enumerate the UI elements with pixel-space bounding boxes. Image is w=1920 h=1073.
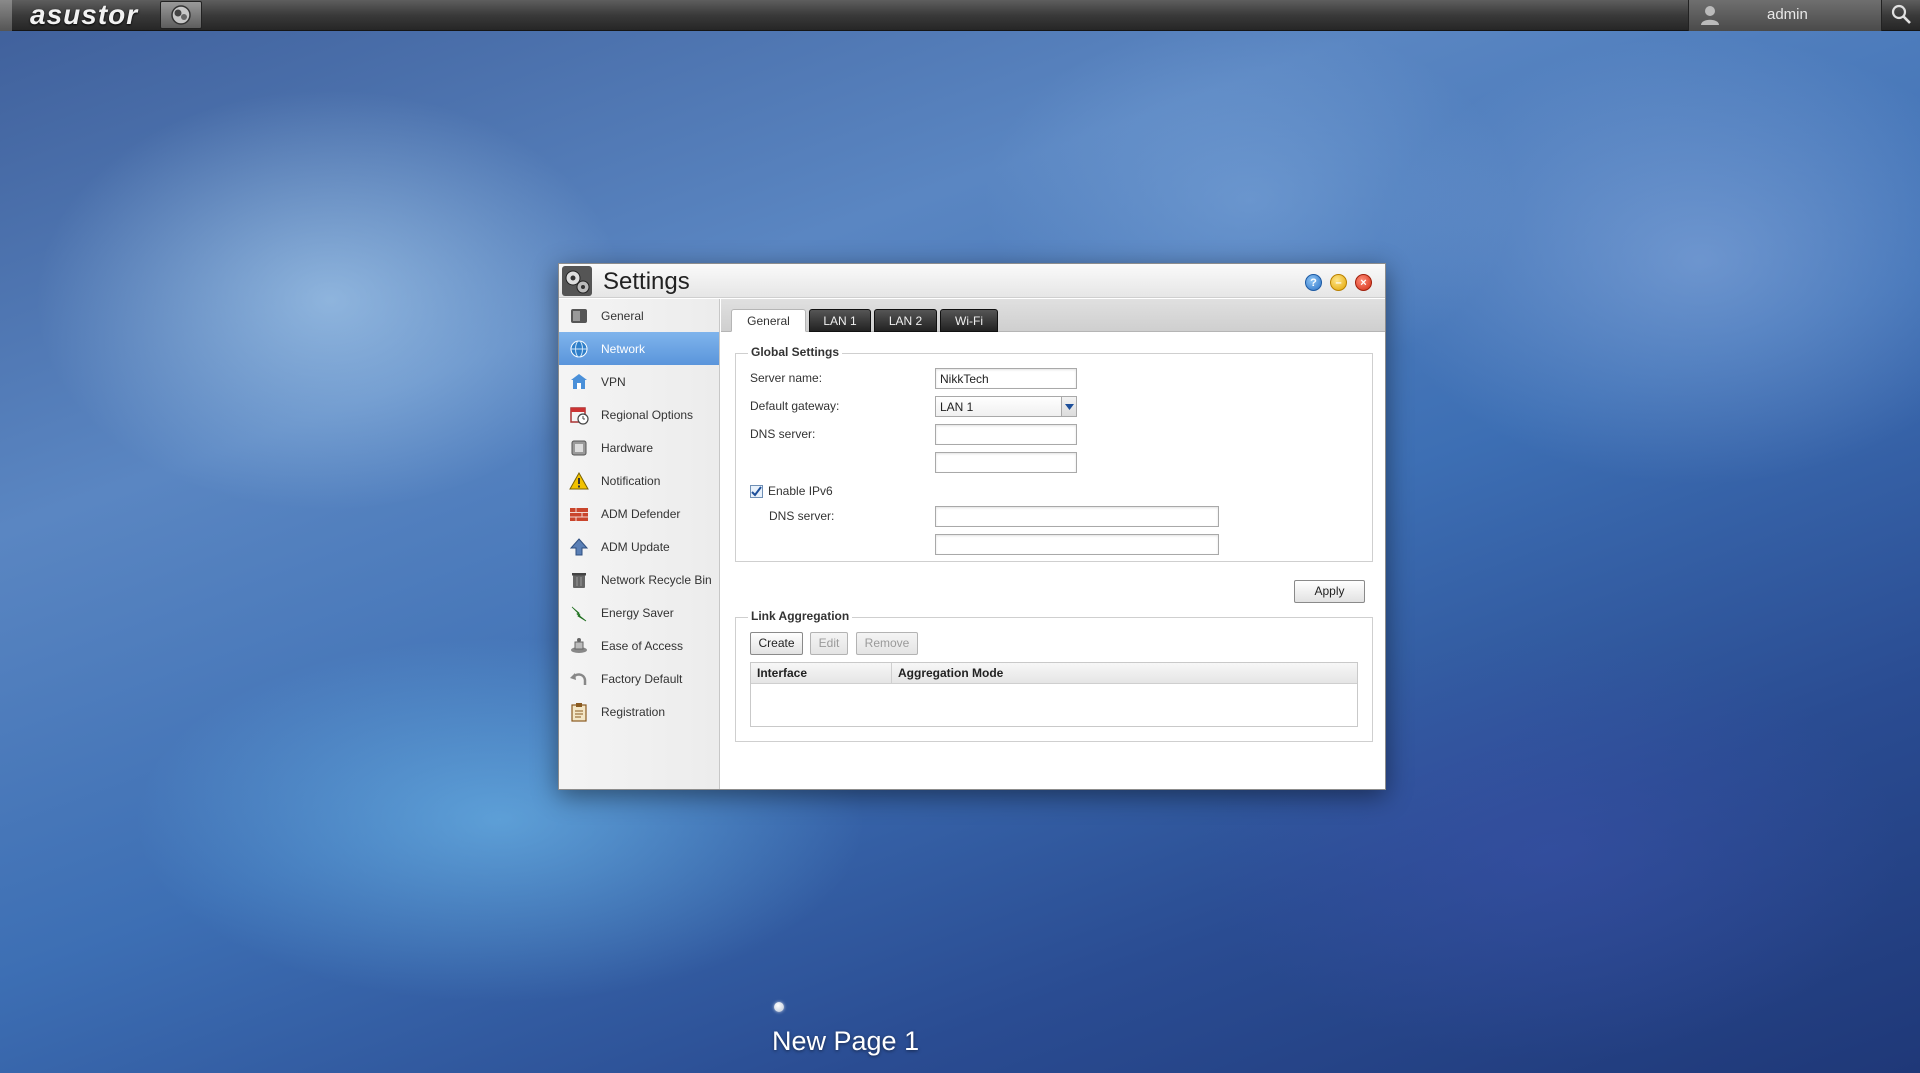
settings-window: Settings ? – × General Network VPN Regio…: [558, 263, 1386, 790]
sidebar-item-label: Factory Default: [601, 671, 683, 686]
sidebar-item-label: Notification: [601, 473, 661, 488]
table-header: Interface Aggregation Mode: [751, 663, 1357, 684]
global-settings-legend: Global Settings: [748, 345, 843, 359]
tab-general[interactable]: General: [731, 309, 806, 332]
sidebar-item-hardware[interactable]: Hardware: [559, 431, 719, 464]
minimize-icon: –: [1335, 276, 1342, 289]
sidebar-item-factory-default[interactable]: Factory Default: [559, 662, 719, 695]
search-icon[interactable]: [1890, 3, 1912, 25]
username-label: admin: [1767, 6, 1808, 23]
dns-server-2-input[interactable]: [935, 452, 1077, 473]
user-menu[interactable]: admin: [1688, 0, 1882, 31]
sidebar-item-label: Network: [601, 341, 646, 356]
sidebar-item-label: Network Recycle Bin: [601, 572, 712, 587]
column-header-aggregation-mode[interactable]: Aggregation Mode: [891, 663, 1357, 684]
default-gateway-select[interactable]: LAN 1: [935, 396, 1077, 417]
settings-app-taskbar-button[interactable]: [160, 1, 202, 29]
settings-gear-icon: [171, 5, 191, 25]
update-arrow-icon: [569, 537, 589, 555]
sidebar-item-label: Registration: [601, 704, 666, 719]
close-button[interactable]: ×: [1355, 274, 1372, 291]
taskbar-left-edge: [0, 0, 12, 31]
default-gateway-label: Default gateway:: [750, 399, 840, 413]
sidebar-item-label: ADM Defender: [601, 506, 681, 521]
sidebar-item-network[interactable]: Network: [559, 332, 719, 365]
sidebar-item-adm-defender[interactable]: ADM Defender: [559, 497, 719, 530]
window-title: Settings: [603, 268, 690, 295]
tab-strip: General LAN 1 LAN 2 Wi-Fi: [721, 299, 1385, 332]
trash-icon: [572, 572, 586, 588]
user-icon: [1701, 6, 1719, 25]
enable-ipv6-label: Enable IPv6: [768, 484, 833, 498]
undo-icon: [570, 672, 587, 685]
sidebar-item-vpn[interactable]: VPN: [559, 365, 719, 398]
edit-button[interactable]: Edit: [810, 632, 848, 655]
vpn-icon: [571, 373, 587, 389]
calendar-clock-icon: [570, 406, 589, 425]
close-icon: ×: [1360, 276, 1367, 289]
sidebar-item-label: Energy Saver: [601, 605, 674, 620]
sidebar-item-adm-update[interactable]: ADM Update: [559, 530, 719, 563]
settings-app-icon: [562, 266, 592, 296]
default-gateway-value: LAN 1: [940, 400, 974, 414]
apply-button[interactable]: Apply: [1294, 580, 1365, 603]
sidebar-item-network-recycle-bin[interactable]: Network Recycle Bin: [559, 563, 719, 596]
sidebar-item-general[interactable]: General: [559, 299, 719, 332]
sidebar-item-label: ADM Update: [601, 539, 670, 554]
tab-lan-1[interactable]: LAN 1: [809, 309, 871, 332]
link-aggregation-group: Link Aggregation Create Edit Remove Inte…: [735, 609, 1373, 742]
help-button[interactable]: ?: [1305, 274, 1322, 291]
tab-wi-fi[interactable]: Wi-Fi: [940, 309, 998, 332]
link-aggregation-table: Interface Aggregation Mode: [750, 662, 1358, 727]
dns-server-1-input[interactable]: [935, 424, 1077, 445]
ipv6-dns-server-label: DNS server:: [769, 509, 835, 523]
enable-ipv6-checkbox[interactable]: [750, 485, 763, 498]
server-name-label: Server name:: [750, 371, 823, 385]
server-name-input[interactable]: [935, 368, 1077, 389]
sidebar-item-registration[interactable]: Registration: [559, 695, 719, 728]
create-button[interactable]: Create: [750, 632, 803, 655]
ipv6-dns-server-1-input[interactable]: [935, 506, 1219, 527]
sidebar-item-energy-saver[interactable]: Energy Saver: [559, 596, 719, 629]
sidebar-item-label: VPN: [601, 374, 626, 389]
access-icon: [571, 637, 587, 653]
sidebar-item-label: Ease of Access: [601, 638, 684, 653]
general-icon: [571, 308, 587, 323]
sidebar-item-label: Hardware: [601, 440, 654, 455]
minimize-button[interactable]: –: [1330, 274, 1347, 291]
sidebar-item-regional-options[interactable]: Regional Options: [559, 398, 719, 431]
clipboard-icon: [571, 702, 587, 722]
window-titlebar[interactable]: Settings ? – ×: [559, 264, 1385, 298]
link-aggregation-legend: Link Aggregation: [748, 609, 853, 623]
sidebar-item-ease-of-access[interactable]: Ease of Access: [559, 629, 719, 662]
column-header-interface[interactable]: Interface: [751, 663, 891, 684]
page-indicator-dot[interactable]: [774, 1002, 784, 1012]
hardware-icon: [571, 440, 587, 455]
sidebar-item-notification[interactable]: Notification: [559, 464, 719, 497]
chevron-down-icon: [1061, 397, 1076, 416]
checkmark-icon: [751, 486, 762, 497]
question-icon: ?: [1310, 276, 1317, 289]
energy-icon: [571, 606, 587, 621]
settings-content: General LAN 1 LAN 2 Wi-Fi Global Setting…: [721, 299, 1385, 789]
remove-button[interactable]: Remove: [856, 632, 918, 655]
taskbar: asustor admin: [0, 0, 1920, 31]
tab-lan-2[interactable]: LAN 2: [874, 309, 937, 332]
firewall-icon: [570, 507, 588, 521]
settings-sidebar: General Network VPN Regional Options Har…: [559, 299, 720, 789]
sidebar-item-label: Regional Options: [601, 407, 694, 422]
ipv6-dns-server-2-input[interactable]: [935, 534, 1219, 555]
sidebar-item-label: General: [601, 308, 644, 323]
desktop-page-label: New Page 1: [772, 1026, 920, 1056]
globe-icon: [570, 340, 588, 357]
asustor-logo: asustor: [30, 0, 139, 30]
warning-icon: [569, 471, 589, 489]
dns-server-label: DNS server:: [750, 427, 816, 441]
global-settings-group: Global Settings Server name: Default gat…: [735, 345, 1373, 562]
